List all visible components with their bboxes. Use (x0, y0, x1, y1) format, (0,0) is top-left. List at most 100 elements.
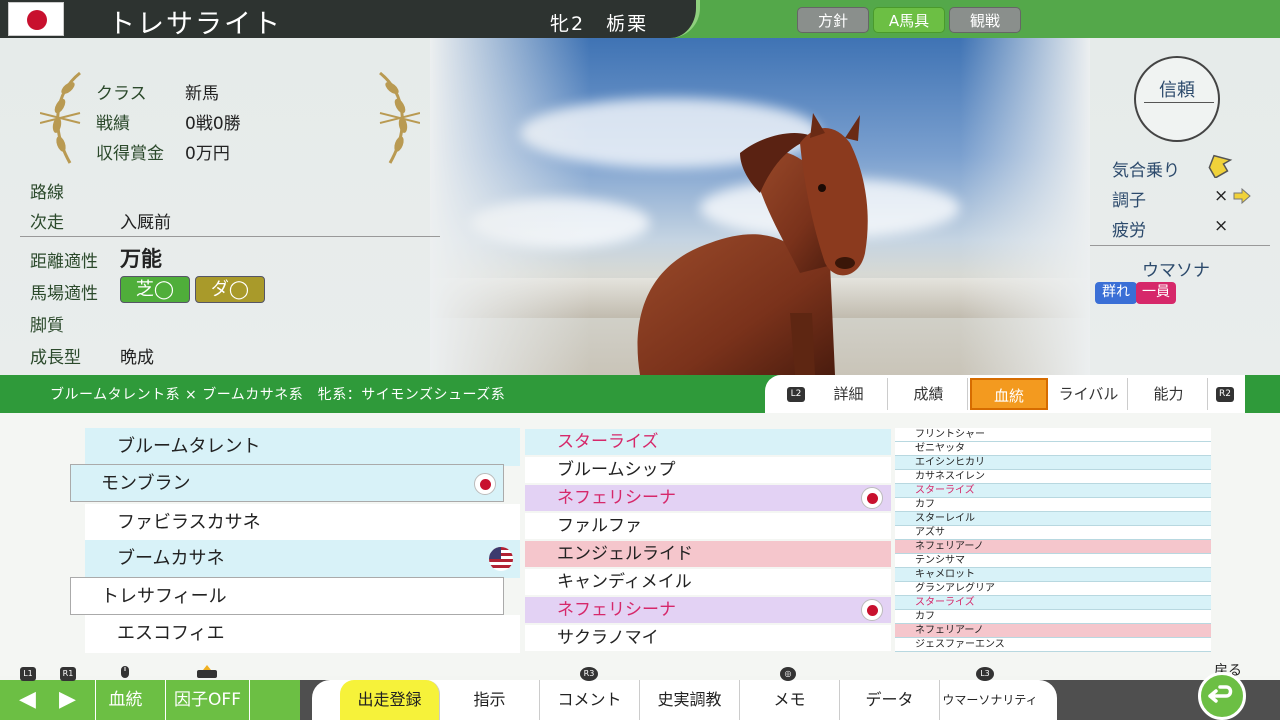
status-divider (1090, 245, 1270, 246)
l2-hint: L2 (787, 387, 805, 402)
next-race-value: 入厩前 (120, 213, 171, 233)
pedigree-dam-dam[interactable]: エスコフィエ (85, 615, 520, 653)
pedigree-g3-2[interactable]: ブルームシップ (525, 457, 891, 483)
lineage-text: ブルームタレント系 × ブームカサネ系 牝系：サイモンズシューズ系 (50, 387, 506, 403)
japan-flag-icon (8, 2, 64, 36)
next-race-label: 次走 (30, 213, 64, 233)
fatigue-label: 疲労 (1112, 221, 1146, 241)
mouse-icon (121, 666, 129, 678)
pedigree-sire-dam[interactable]: ファビラスカサネ (85, 504, 520, 542)
tab-ability[interactable]: 能力 (1130, 378, 1208, 410)
pedigree-button[interactable]: 血統 (95, 680, 155, 720)
pedigree-g3-5[interactable]: エンジェルライド (525, 541, 891, 567)
pedigree-dam-sire[interactable]: ブームカサネ (85, 540, 520, 578)
pedigree-g4-5[interactable]: スターライズ (895, 484, 1211, 498)
pedigree-sire[interactable]: モンブラン (70, 464, 504, 502)
surface-label: 馬場適性 (30, 284, 98, 304)
historical-training-button[interactable]: 史実調教 (640, 680, 740, 720)
l3-hint: L3 (976, 667, 994, 681)
turf-badge: 芝◯ (120, 276, 190, 303)
japan-flag-icon (861, 487, 883, 509)
instruction-button[interactable]: 指示 (440, 680, 540, 720)
japan-flag-icon (474, 473, 496, 495)
pedigree-g4-6[interactable]: カフ (895, 498, 1211, 512)
data-button[interactable]: データ (840, 680, 940, 720)
horse-sex-color: 牝2 栃栗 (550, 13, 649, 35)
condition-arrow-icon (1233, 188, 1251, 204)
horse-image (637, 113, 868, 375)
tab-details[interactable]: 詳細 (810, 378, 888, 410)
pedigree-g4-15[interactable]: ネフェリアーノ (895, 624, 1211, 638)
class-label: クラス (96, 84, 147, 104)
comment-button[interactable]: コメント (540, 680, 640, 720)
pedigree-g3-6[interactable]: キャンディメイル (525, 569, 891, 595)
japan-flag-icon (861, 599, 883, 621)
pedigree-g4-12[interactable]: グランアレグリア (895, 582, 1211, 596)
distance-value: 万能 (120, 247, 162, 271)
tab-watch[interactable]: 観戦 (949, 7, 1021, 33)
pedigree-g4-1[interactable]: フリントシャー (895, 428, 1211, 442)
info-tabs: L2 詳細 成績 血統 ライバル 能力 R2 (765, 375, 1245, 413)
earnings-label: 収得賞金 (96, 144, 164, 164)
r1-hint: R1 (60, 667, 76, 681)
spirit-arrow-icon (1208, 154, 1233, 178)
earnings-value: 0万円 (185, 144, 230, 164)
laurel-left-icon (40, 71, 81, 164)
record-value: 0戦0勝 (185, 114, 241, 134)
tab-results[interactable]: 成績 (890, 378, 968, 410)
pedigree-g3-3[interactable]: ネフェリシーナ (525, 485, 891, 511)
pedigree-g4-8[interactable]: アズサ (895, 526, 1211, 540)
tab-equipment[interactable]: A馬具 (873, 7, 945, 33)
growth-value: 晩成 (120, 348, 154, 368)
back-button[interactable] (1198, 672, 1246, 720)
pedigree-g4-14[interactable]: カフ (895, 610, 1211, 624)
pedigree-g3-1[interactable]: スターライズ (525, 429, 891, 455)
next-arrow-button[interactable]: ▶ (50, 680, 85, 720)
pedigree-g4-7[interactable]: スターレイル (895, 512, 1211, 526)
name-bar: トレサライト 牝2 栃栗 (0, 0, 700, 40)
tab-pedigree[interactable]: 血統 (970, 378, 1048, 410)
fatigue-value: × (1214, 216, 1229, 236)
distance-label: 距離適性 (30, 252, 98, 272)
spirit-label: 気合乗り (1112, 161, 1180, 181)
trust-gauge: 信頼 (1134, 56, 1220, 142)
umasona-badge-member: 一員 (1136, 282, 1176, 304)
pedigree-g3-7[interactable]: ネフェリシーナ (525, 597, 891, 623)
condition-label: 調子 (1112, 191, 1146, 211)
pedigree-g4-10[interactable]: テンシサマ (895, 554, 1211, 568)
pedigree-g4-3[interactable]: エイシンヒカリ (895, 456, 1211, 470)
memo-hint: ◎ (780, 667, 796, 681)
route-label: 路線 (30, 183, 64, 203)
memo-button[interactable]: メモ (740, 680, 840, 720)
pedigree-g4-4[interactable]: カサネスイレン (895, 470, 1211, 484)
pedigree-g4-11[interactable]: キャメロット (895, 568, 1211, 582)
prev-arrow-button[interactable]: ◀ (10, 680, 45, 720)
tab-rivals[interactable]: ライバル (1050, 378, 1128, 410)
tab-policy[interactable]: 方針 (797, 7, 869, 33)
factor-off-button[interactable]: 因子OFF (165, 680, 250, 720)
pedigree-g4-16[interactable]: ジェスファーエンス (895, 638, 1211, 652)
l1-hint: L1 (20, 667, 36, 681)
umasonality-button[interactable]: ウマーソナリティ (940, 680, 1040, 720)
record-label: 戦績 (96, 114, 130, 134)
trust-label: 信頼 (1159, 80, 1195, 101)
r2-hint: R2 (1216, 387, 1234, 402)
pedigree-dam[interactable]: トレサフィール (70, 577, 504, 615)
r3-hint: R3 (580, 667, 598, 681)
pedigree-g4-9[interactable]: ネフェリアーノ (895, 540, 1211, 554)
class-value: 新馬 (185, 84, 219, 104)
dirt-badge: ダ◯ (195, 276, 265, 303)
growth-label: 成長型 (30, 348, 81, 368)
pedigree-sire-sire[interactable]: ブルームタレント (85, 428, 520, 466)
back-arrow-icon (1208, 685, 1233, 703)
pedigree-g3-4[interactable]: ファルファ (525, 513, 891, 539)
profile-divider (20, 236, 440, 237)
running-style-label: 脚質 (30, 316, 64, 336)
touchpad-icon (197, 665, 217, 678)
entry-register-button[interactable]: 出走登録 (340, 680, 440, 720)
horse-name: トレサライト (108, 9, 282, 40)
laurel-right-icon (379, 71, 420, 164)
pedigree-g4-13[interactable]: スターライズ (895, 596, 1211, 610)
pedigree-g4-2[interactable]: ゼニヤッタ (895, 442, 1211, 456)
pedigree-g3-8[interactable]: サクラノマイ (525, 625, 891, 651)
